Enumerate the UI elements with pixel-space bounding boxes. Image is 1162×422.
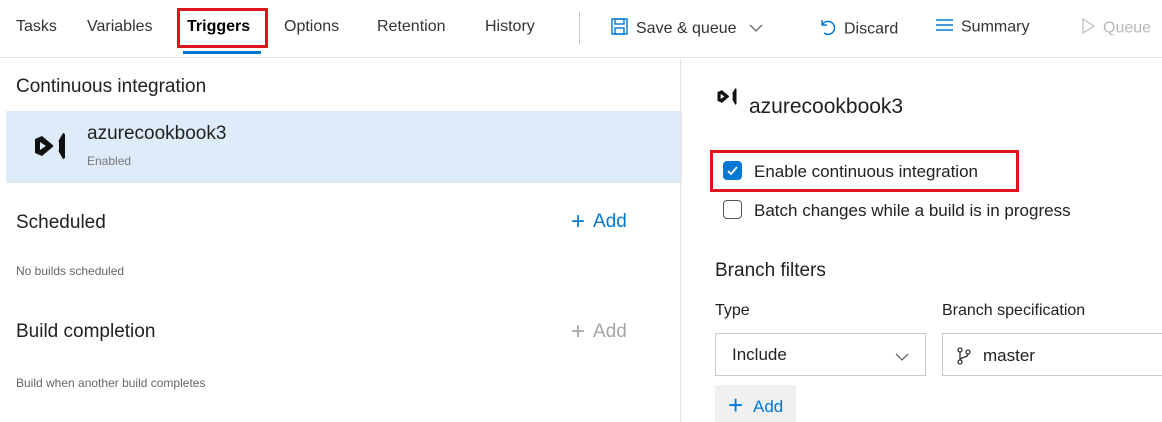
add-build-completion-button[interactable]: + Add <box>571 318 627 346</box>
plus-icon: + <box>571 208 586 235</box>
build-completion-section-title: Build completion <box>16 321 156 342</box>
tab-history[interactable]: History <box>485 18 535 36</box>
type-dropdown-value: Include <box>732 345 787 364</box>
branch-spec-input[interactable]: master <box>942 333 1162 376</box>
git-branch-icon <box>957 347 971 370</box>
plus-icon: + <box>571 318 586 345</box>
add-branch-filter-button[interactable]: + Add <box>715 385 796 422</box>
checkbox-unchecked-icon <box>723 200 742 219</box>
chevron-down-icon <box>749 20 763 38</box>
queue-button[interactable]: Queue <box>1082 17 1152 39</box>
active-tab-indicator <box>183 51 261 54</box>
save-icon <box>611 18 628 40</box>
play-icon <box>1082 17 1096 39</box>
branch-spec-value: master <box>983 346 1035 365</box>
highlight-box-triggers <box>177 8 268 48</box>
type-label: Type <box>715 302 750 319</box>
add-schedule-button[interactable]: + Add <box>571 208 627 236</box>
checkbox-checked-icon <box>723 161 742 180</box>
visual-studio-logo-icon <box>33 131 67 166</box>
batch-changes-checkbox[interactable]: Batch changes while a build is in progre… <box>723 200 1071 221</box>
summary-label: Summary <box>961 18 1030 36</box>
tab-options[interactable]: Options <box>284 18 339 36</box>
tab-retention[interactable]: Retention <box>377 18 446 36</box>
top-toolbar: Tasks Variables Triggers Options Retenti… <box>0 0 1162 58</box>
plus-icon: + <box>728 390 744 420</box>
tab-variables[interactable]: Variables <box>87 18 153 36</box>
add-build-completion-label: Add <box>593 321 627 342</box>
enable-ci-checkbox[interactable]: Enable continuous integration <box>723 161 978 182</box>
repo-title: azurecookbook3 <box>749 95 904 118</box>
tab-tasks[interactable]: Tasks <box>16 18 57 36</box>
type-dropdown[interactable]: Include <box>715 333 926 376</box>
build-completion-description: Build when another build completes <box>16 376 206 390</box>
branch-spec-label: Branch specification <box>942 302 1086 319</box>
toolbar-divider <box>579 12 580 44</box>
enable-ci-label: Enable continuous integration <box>754 162 978 181</box>
undo-icon <box>818 18 836 41</box>
chevron-down-icon <box>895 349 909 367</box>
branch-filters-heading: Branch filters <box>715 260 826 281</box>
ci-repo-name: azurecookbook3 <box>87 123 227 144</box>
save-queue-button[interactable]: Save & queue <box>611 18 763 40</box>
ci-repo-status: Enabled <box>87 154 132 168</box>
ci-repo-item[interactable]: azurecookbook3 Enabled <box>6 111 682 183</box>
batch-changes-label: Batch changes while a build is in progre… <box>754 201 1071 220</box>
discard-button[interactable]: Discard <box>818 18 898 41</box>
ci-section-title: Continuous integration <box>16 76 207 97</box>
panel-divider <box>680 59 681 422</box>
summary-button[interactable]: Summary <box>936 18 1029 37</box>
scheduled-section-title: Scheduled <box>16 212 106 233</box>
queue-label: Queue <box>1103 19 1152 37</box>
list-icon <box>936 18 953 37</box>
save-queue-label: Save & queue <box>636 20 737 38</box>
triggers-list-panel: Continuous integration azurecookbook3 En… <box>0 59 682 422</box>
add-branch-filter-label: Add <box>753 397 784 416</box>
add-schedule-label: Add <box>593 211 627 232</box>
visual-studio-logo-icon <box>716 87 738 111</box>
no-schedules-text: No builds scheduled <box>16 264 125 278</box>
discard-label: Discard <box>844 20 899 38</box>
